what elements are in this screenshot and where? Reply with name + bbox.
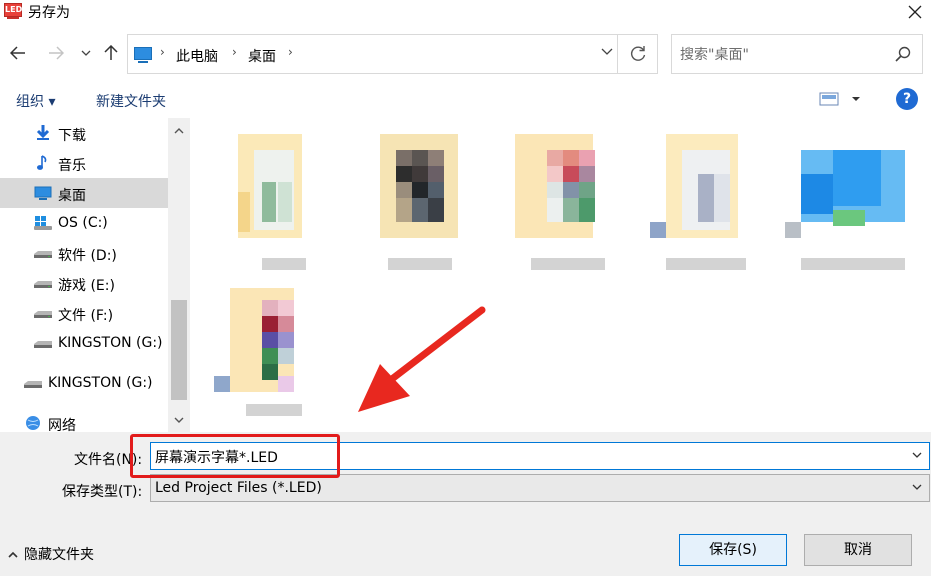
app-logo-icon: LED <box>4 3 22 19</box>
nav-item-drive-d[interactable]: 软件 (D:) <box>0 238 168 268</box>
breadcrumb-desktop[interactable]: 桌面 <box>248 46 276 66</box>
chevron-right-icon: › <box>160 45 165 59</box>
file-item[interactable] <box>650 134 760 274</box>
navigation-pane: 下载 音乐 桌面 OS (C:) 软件 (D:) 游戏 (E:) 文件 (F:)… <box>0 118 190 432</box>
up-arrow-icon <box>104 45 118 60</box>
nav-item-label: 文件 (F:) <box>58 308 114 324</box>
nav-item-music[interactable]: 音乐 <box>0 148 168 178</box>
organize-menu[interactable]: 组织 ▾ <box>16 91 55 111</box>
filetype-label: 保存类型(T): <box>62 484 143 500</box>
back-button[interactable] <box>8 41 28 65</box>
chevron-right-icon: › <box>288 45 293 59</box>
close-icon <box>908 5 922 19</box>
window-title: 另存为 <box>28 5 70 21</box>
nav-item-label: 音乐 <box>58 158 86 174</box>
nav-pane-scrollbar[interactable] <box>168 118 190 432</box>
nav-item-downloads[interactable]: 下载 <box>0 118 168 148</box>
nav-item-label: 网络 <box>48 418 76 432</box>
cancel-button[interactable]: 取消 <box>804 534 912 566</box>
scroll-down-button[interactable] <box>168 410 190 430</box>
chevron-down-icon[interactable] <box>911 449 923 461</box>
nav-item-label: 下载 <box>58 128 86 144</box>
usb-drive-icon <box>34 341 52 348</box>
chevron-down-icon <box>601 48 613 55</box>
forward-arrow-icon <box>49 46 64 60</box>
filename-field[interactable] <box>150 442 930 470</box>
refresh-button[interactable] <box>617 35 657 73</box>
hide-folders-toggle[interactable]: 隐藏文件夹 <box>8 544 94 564</box>
command-bar: 组织 ▾ 新建文件夹 ? <box>0 82 931 116</box>
chevron-down-icon <box>81 50 91 56</box>
network-icon <box>26 416 40 430</box>
nav-item-drive-e[interactable]: 游戏 (E:) <box>0 268 168 298</box>
filename-input[interactable] <box>155 447 895 467</box>
windows-drive-icon <box>34 216 52 230</box>
address-bar[interactable]: › 此电脑 › 桌面 › <box>127 34 658 74</box>
usb-drive-icon <box>24 381 42 388</box>
file-item[interactable] <box>785 134 905 274</box>
search-input[interactable] <box>680 45 890 65</box>
nav-item-label: 游戏 (E:) <box>58 278 115 294</box>
recent-locations-button[interactable] <box>76 41 96 65</box>
nav-item-desktop[interactable]: 桌面 <box>0 178 168 208</box>
search-box[interactable] <box>671 34 923 74</box>
up-button[interactable] <box>101 41 121 65</box>
nav-item-label: 软件 (D:) <box>58 248 117 264</box>
save-form: 文件名(N): 保存类型(T): Led Project Files (*.LE… <box>0 432 931 576</box>
music-icon <box>37 155 47 170</box>
title-bar: LED 另存为 <box>0 0 931 24</box>
drive-icon <box>34 281 52 288</box>
drive-icon <box>34 311 52 318</box>
file-item[interactable] <box>230 134 340 274</box>
chevron-down-icon <box>174 417 184 423</box>
drive-icon <box>34 251 52 258</box>
desktop-icon <box>34 186 52 200</box>
refresh-icon <box>630 46 645 61</box>
save-button[interactable]: 保存(S) <box>679 534 787 566</box>
help-icon[interactable]: ? <box>896 88 918 110</box>
nav-item-drive-c[interactable]: OS (C:) <box>0 208 168 238</box>
new-folder-button[interactable]: 新建文件夹 <box>96 91 166 111</box>
chevron-down-icon <box>912 484 922 490</box>
filetype-select[interactable]: Led Project Files (*.LED) <box>150 474 930 502</box>
breadcrumb-this-pc[interactable]: 此电脑 <box>176 46 218 66</box>
back-arrow-icon <box>10 46 25 60</box>
navigation-bar: › 此电脑 › 桌面 › <box>0 30 931 76</box>
filetype-value: Led Project Files (*.LED) <box>155 480 322 496</box>
file-item[interactable] <box>380 134 490 274</box>
nav-item-label: 桌面 <box>58 188 86 204</box>
hide-folders-label: 隐藏文件夹 <box>24 547 94 563</box>
file-item[interactable] <box>214 288 324 428</box>
download-icon <box>36 125 50 140</box>
nav-item-removable-g[interactable]: KINGSTON (G:) <box>0 368 168 398</box>
view-options-button[interactable] <box>818 90 862 108</box>
address-dropdown-button[interactable] <box>601 45 613 59</box>
nav-item-network[interactable]: 网络 <box>0 408 168 432</box>
view-icon <box>819 92 860 106</box>
chevron-right-icon: › <box>232 45 237 59</box>
file-item[interactable] <box>515 134 625 274</box>
nav-item-drive-f[interactable]: 文件 (F:) <box>0 298 168 328</box>
nav-item-drive-g[interactable]: KINGSTON (G:) <box>0 328 168 358</box>
computer-icon <box>134 47 152 63</box>
close-button[interactable] <box>899 0 931 24</box>
file-list[interactable] <box>190 118 931 432</box>
forward-button[interactable] <box>46 41 66 65</box>
filename-label: 文件名(N): <box>74 452 143 468</box>
chevron-up-icon <box>174 127 184 133</box>
search-icon[interactable] <box>894 45 912 63</box>
nav-item-label: KINGSTON (G:) <box>48 375 153 391</box>
nav-item-label: OS (C:) <box>58 215 108 231</box>
nav-item-label: KINGSTON (G:) <box>58 335 163 351</box>
chevron-up-icon <box>8 551 18 558</box>
scroll-up-button[interactable] <box>168 120 190 140</box>
scroll-thumb[interactable] <box>171 300 187 400</box>
